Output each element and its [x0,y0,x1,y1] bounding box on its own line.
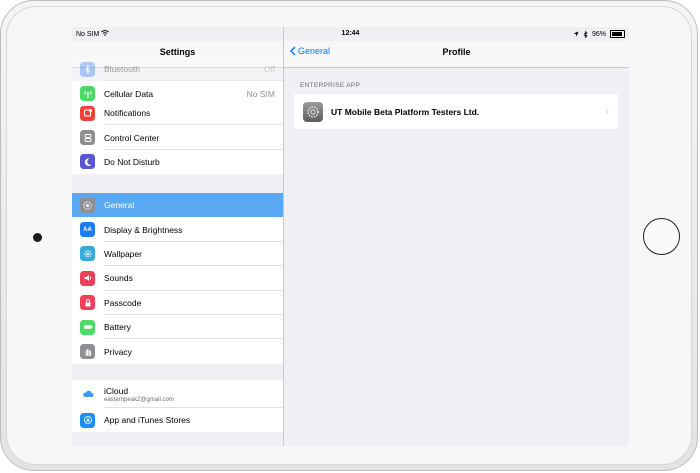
settings-title: Settings [159,47,196,57]
settings-row-app-itunes-stores[interactable]: App and iTunes Stores [72,408,283,433]
profile-cell[interactable]: UT Mobile Beta Platform Testers Ltd. › [294,94,618,129]
battery-icon [80,319,95,335]
bluetooth-icon [80,61,95,77]
home-button[interactable] [643,218,680,255]
ipad-frame: Settings Bluetooth Off Cellular Data No … [0,0,698,471]
wallpaper-icon [80,246,95,262]
settings-row-do-not-disturb[interactable]: Do Not Disturb [72,149,283,175]
settings-app-icon [303,101,323,122]
cellular-icon [80,86,95,102]
screen: Settings Bluetooth Off Cellular Data No … [72,27,629,446]
settings-group-notifications: Notifications Control Center Do Not Dist… [72,101,283,175]
moon-icon [80,154,95,170]
settings-group-general: General AA Display & Brightness Wallpape… [72,193,283,364]
chevron-right-icon: › [605,106,609,117]
profile-name: UT Mobile Beta Platform Testers Ltd. [331,106,480,117]
battery-status-icon [610,30,625,38]
icloud-icon [80,386,95,402]
sounds-icon [80,270,95,286]
profile-title: Profile [442,47,471,57]
clock: 12:44 [341,30,360,37]
settings-row-general[interactable]: General [72,193,283,218]
settings-row-bluetooth[interactable]: Bluetooth Off [72,57,283,82]
settings-row-control-center[interactable]: Control Center [72,125,283,151]
display-icon: AA [80,222,95,238]
hand-icon [80,344,95,360]
settings-row-privacy[interactable]: Privacy [72,339,283,364]
settings-row-display-brightness[interactable]: AA Display & Brightness [72,217,283,243]
settings-row-sounds[interactable]: Sounds [72,266,283,291]
settings-group-accounts: iCloud easternpeak2@gmail.com App and iT… [72,380,283,433]
settings-row-icloud[interactable]: iCloud easternpeak2@gmail.com [72,380,283,408]
notifications-icon [80,105,95,121]
settings-row-passcode[interactable]: Passcode [72,290,283,316]
settings-row-wallpaper[interactable]: Wallpaper [72,241,283,267]
battery-percentage: 96% [591,30,606,38]
location-icon [573,31,579,37]
settings-row-battery[interactable]: Battery [72,314,283,340]
settings-master-pane: Settings Bluetooth Off Cellular Data No … [72,27,284,446]
bluetooth-status-icon [583,30,588,38]
app-store-icon [80,412,95,428]
section-header-enterprise-app: ENTERPRISE APP [300,82,361,89]
lock-icon [80,295,95,311]
profile-detail-pane: General Profile ENTERPRISE APP UT Mobile… [284,27,629,446]
gear-icon [80,197,95,213]
status-bar: No SIM 12:44 96% [72,27,629,41]
settings-row-notifications[interactable]: Notifications [72,101,283,126]
icloud-label: iCloud [104,385,129,396]
front-camera [33,233,42,242]
settings-group-connectivity: Bluetooth Off Cellular Data No SIM [72,57,283,106]
control-center-icon [80,130,95,146]
icloud-account-email: easternpeak2@gmail.com [104,396,174,403]
status-right: 96% [573,30,625,38]
detail-navbar: General Profile [284,41,629,68]
